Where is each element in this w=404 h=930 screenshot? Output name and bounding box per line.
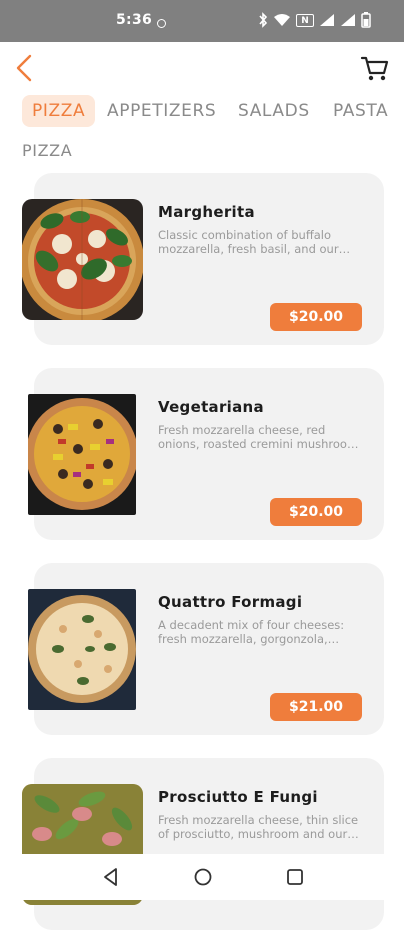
menu-item-card[interactable]: Quattro Formagi A decadent mix of four c… [28, 563, 384, 735]
item-name: Vegetariana [158, 398, 264, 416]
status-time: 5:36 [116, 12, 153, 28]
nav-back-button[interactable] [100, 866, 122, 888]
cart-button[interactable] [360, 54, 390, 82]
wifi-icon [274, 14, 290, 26]
bluetooth-icon [259, 12, 268, 28]
status-bar: 5:36 N [0, 0, 404, 42]
signal-icon-2 [341, 14, 355, 26]
pizza-image [22, 199, 143, 320]
add-to-cart-price-button[interactable]: $20.00 [270, 498, 362, 526]
category-tabs: PIZZA APPETIZERS SALADS PASTA [22, 95, 404, 127]
chevron-left-icon [16, 54, 32, 82]
item-description: A decadent mix of four cheeses: fresh mo… [158, 618, 345, 646]
menu-item-card[interactable]: Vegetariana Fresh mozzarella cheese, red… [28, 368, 384, 540]
cart-icon [360, 56, 389, 81]
tab-appetizers[interactable]: APPETIZERS [107, 95, 216, 127]
menu-item-card[interactable]: Margherita Classic combination of buffal… [22, 173, 384, 345]
system-nav-bar [0, 854, 404, 900]
signal-icon [320, 14, 334, 26]
battery-icon [361, 12, 371, 28]
nfc-icon: N [296, 13, 314, 27]
nav-recents-button[interactable] [284, 866, 306, 888]
back-button[interactable] [12, 54, 38, 82]
item-name: Quattro Formagi [158, 593, 303, 611]
settings-status-icon [157, 19, 166, 28]
pizza-image [28, 394, 136, 515]
item-description: Classic combination of buffalo mozzarell… [158, 228, 339, 256]
item-description: Fresh mozzarella cheese, red onions, roa… [158, 423, 368, 451]
tab-salads[interactable]: SALADS [238, 95, 310, 127]
menu-item-card[interactable]: Prosciutto E Fungi Fresh mozzarella chee… [22, 758, 384, 930]
item-name: Prosciutto E Fungi [158, 788, 318, 806]
add-to-cart-price-button[interactable]: $21.00 [270, 693, 362, 721]
item-name: Margherita [158, 203, 255, 221]
tab-pizza[interactable]: PIZZA [22, 95, 96, 127]
tab-pasta[interactable]: PASTA [333, 95, 388, 127]
item-description: Fresh mozzarella cheese, thin slice of p… [158, 813, 359, 841]
circle-home-icon [194, 868, 212, 886]
square-recents-icon [287, 869, 303, 885]
triangle-back-icon [104, 868, 117, 886]
status-icons: N [258, 11, 371, 29]
nav-home-button[interactable] [192, 866, 214, 888]
add-to-cart-price-button[interactable]: $20.00 [270, 303, 362, 331]
section-title: PIZZA [22, 141, 73, 160]
pizza-image [28, 589, 136, 710]
